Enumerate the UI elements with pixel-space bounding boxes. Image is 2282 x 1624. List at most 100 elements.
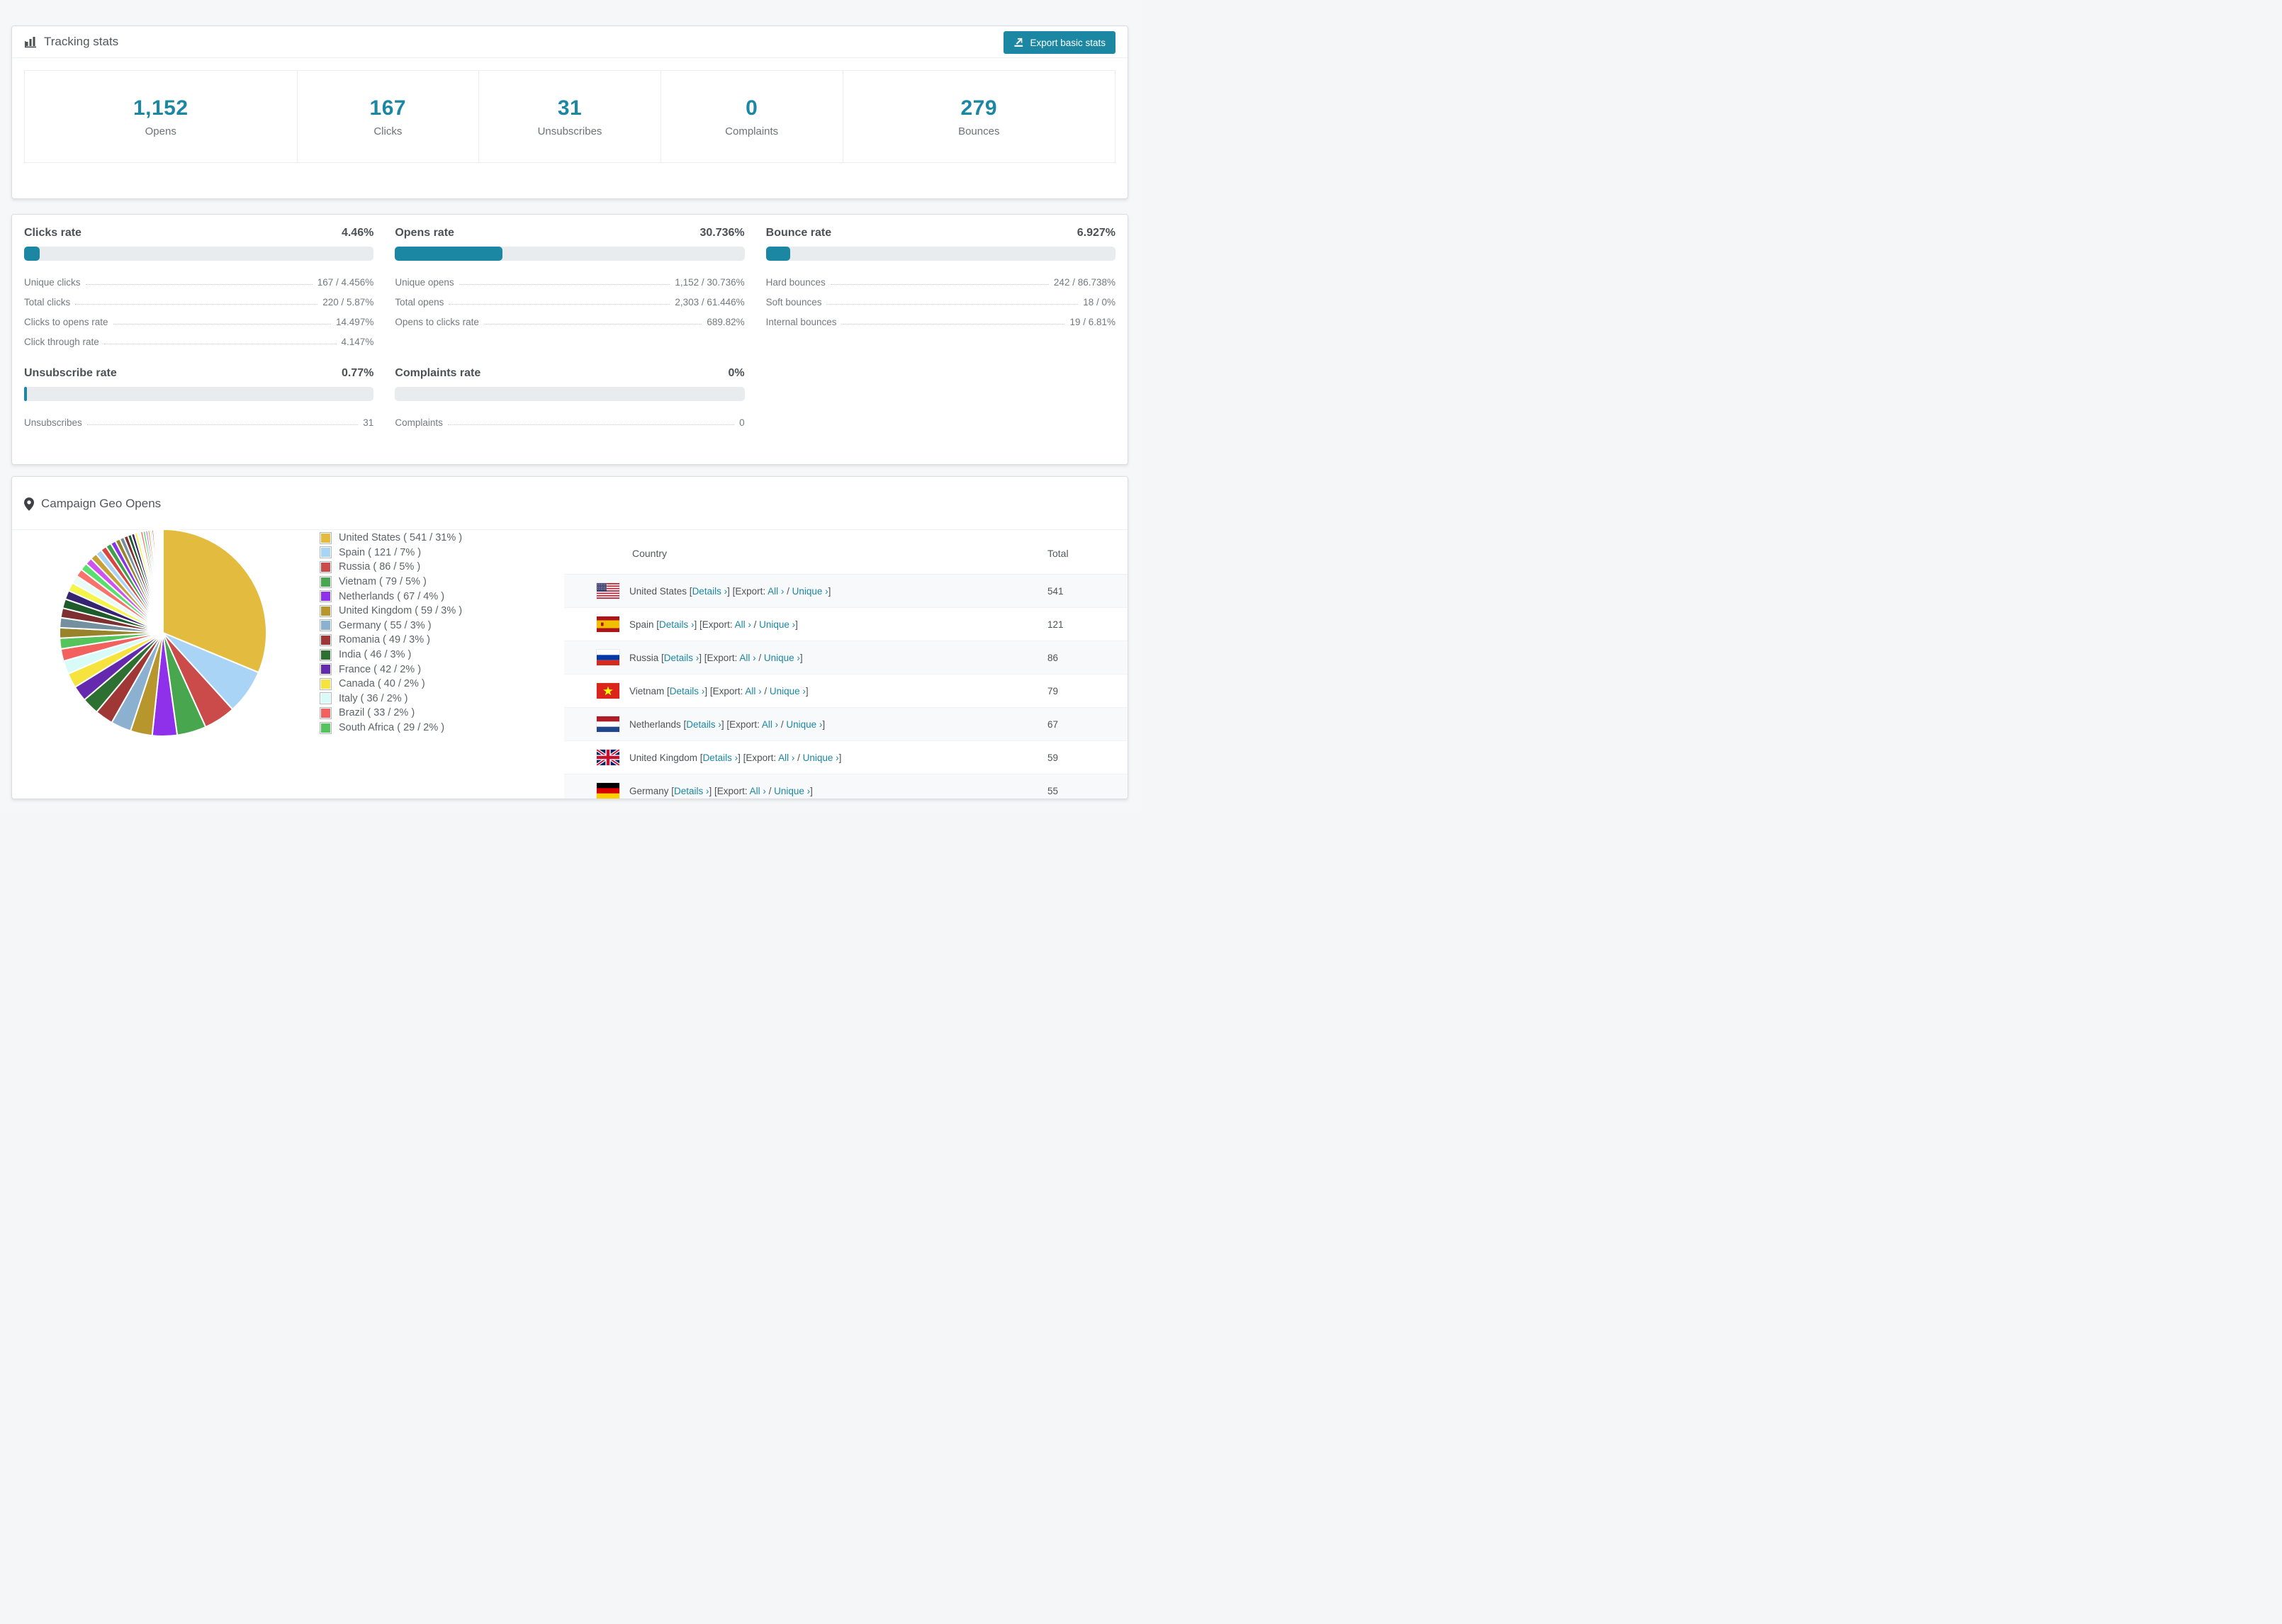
country-total: 86 (1047, 652, 1059, 663)
details-link[interactable]: Details › (686, 719, 721, 730)
rate-detail-row: Internal bounces 19 / 6.81% (765, 317, 1115, 327)
legend-label: India ( 46 / 3% ) (339, 649, 412, 661)
stat-bounces-value: 279 (960, 96, 998, 120)
bar-chart-icon (24, 36, 37, 48)
rate-detail-row: Hard bounces 242 / 86.738% (765, 277, 1115, 288)
pie-slice (162, 528, 164, 633)
rate-title: Bounce rate (765, 227, 832, 239)
map-pin-icon (24, 497, 34, 511)
stat-clicks-value: 167 (369, 96, 407, 120)
export-unique-link[interactable]: Unique › (774, 786, 810, 796)
geo-table-row-nl: Netherlands [Details ›] [Export: All › /… (564, 708, 1128, 741)
export-all-link[interactable]: All › (735, 619, 751, 630)
de-flag-icon (597, 783, 619, 799)
campaign-geo-opens-card: Campaign Geo Opens United States ( 541 /… (11, 476, 1128, 799)
geo-table-header-total: Total (1047, 547, 1069, 559)
country-total: 121 (1047, 619, 1064, 630)
rate-progress-bar (395, 247, 745, 261)
legend-item: Brazil ( 33 / 2% ) (320, 706, 462, 721)
country-cell: Netherlands [Details ›] [Export: All › /… (629, 718, 826, 730)
legend-item: South Africa ( 29 / 2% ) (320, 721, 462, 735)
legend-label: Brazil ( 33 / 2% ) (339, 707, 415, 719)
rate-value: 30.736% (699, 227, 745, 239)
export-unique-link[interactable]: Unique › (792, 586, 828, 597)
legend-swatch (320, 677, 332, 690)
rate-value: 0% (728, 367, 745, 379)
export-all-link[interactable]: All › (750, 786, 766, 796)
geo-table-row-es: Spain [Details ›] [Export: All › / Uniqu… (564, 608, 1128, 641)
legend-item: United States ( 541 / 31% ) (320, 531, 462, 546)
export-all-link[interactable]: All › (778, 752, 794, 763)
geo-table-header-row: Country Total (564, 532, 1128, 575)
legend-item: Russia ( 86 / 5% ) (320, 560, 462, 575)
stat-bounces: 279 Bounces (842, 70, 1116, 163)
us-flag-icon (597, 583, 619, 599)
rate-panel-unsubscribe-rate: Unsubscribe rate 0.77% Unsubscribes 31 (24, 367, 374, 431)
rate-detail-row: Click through rate 4.147% (24, 337, 374, 347)
stat-opens: 1,152 Opens (24, 70, 298, 163)
dotted-leader (447, 424, 735, 425)
rate-title: Clicks rate (24, 227, 82, 239)
legend-label: France ( 42 / 2% ) (339, 663, 422, 675)
rate-title: Unsubscribe rate (24, 367, 117, 379)
details-link[interactable]: Details › (674, 786, 709, 796)
stat-boxes: 1,152 Opens 167 Clicks 31 Unsubscribes 0… (24, 70, 1116, 163)
export-all-link[interactable]: All › (739, 653, 755, 663)
rate-detail-row: Soft bounces 18 / 0% (765, 297, 1115, 308)
details-link[interactable]: Details › (659, 619, 695, 630)
legend-swatch (320, 546, 332, 559)
legend-label: United Kingdom ( 59 / 3% ) (339, 605, 463, 617)
legend-label: United States ( 541 / 31% ) (339, 532, 463, 544)
geo-table-row-ru: Russia [Details ›] [Export: All › / Uniq… (564, 641, 1128, 675)
rate-progress-fill (24, 247, 40, 261)
export-unique-link[interactable]: Unique › (803, 752, 839, 763)
dotted-leader (841, 324, 1065, 325)
rate-detail-row: Clicks to opens rate 14.497% (24, 317, 374, 327)
tracking-stats-header: Tracking stats (12, 26, 1128, 58)
export-unique-link[interactable]: Unique › (786, 719, 822, 730)
rate-value: 4.46% (341, 227, 374, 239)
legend-swatch (320, 560, 332, 573)
legend-swatch (320, 590, 332, 603)
export-basic-stats-button[interactable]: Export basic stats (1004, 31, 1115, 54)
es-flag-icon (597, 616, 619, 632)
rate-progress-fill (395, 247, 502, 261)
stat-complaints-label: Complaints (725, 125, 779, 137)
export-all-link[interactable]: All › (762, 719, 778, 730)
legend-item: France ( 42 / 2% ) (320, 662, 462, 677)
legend-label: Russia ( 86 / 5% ) (339, 561, 421, 573)
export-unique-link[interactable]: Unique › (764, 653, 800, 663)
rate-title: Complaints rate (395, 367, 481, 379)
geo-table-row-vn: Vietnam [Details ›] [Export: All › / Uni… (564, 675, 1128, 708)
rate-progress-fill (24, 387, 27, 401)
legend-item: United Kingdom ( 59 / 3% ) (320, 604, 462, 619)
dotted-leader (483, 324, 702, 325)
stat-complaints-value: 0 (746, 96, 758, 120)
stat-unsubscribes-value: 31 (557, 96, 583, 120)
export-all-link[interactable]: All › (768, 586, 784, 597)
dotted-leader (85, 284, 313, 285)
rate-title: Opens rate (395, 227, 454, 239)
details-link[interactable]: Details › (692, 586, 728, 597)
rate-detail-row: Unique opens 1,152 / 30.736% (395, 277, 745, 288)
export-unique-link[interactable]: Unique › (759, 619, 795, 630)
legend-swatch (320, 633, 332, 646)
geo-table-row-de: Germany [Details ›] [Export: All › / Uni… (564, 774, 1128, 799)
legend-item: Spain ( 121 / 7% ) (320, 546, 462, 560)
campaign-geo-opens-header: Campaign Geo Opens (12, 477, 1128, 530)
rate-detail-row: Total clicks 220 / 5.87% (24, 297, 374, 308)
country-cell: Vietnam [Details ›] [Export: All › / Uni… (629, 685, 809, 697)
export-unique-link[interactable]: Unique › (770, 686, 806, 697)
export-all-link[interactable]: All › (745, 686, 761, 697)
tracking-stats-card: Tracking stats Export basic stats 1,152 … (11, 26, 1128, 199)
details-link[interactable]: Details › (664, 653, 699, 663)
details-link[interactable]: Details › (703, 752, 738, 763)
stat-clicks: 167 Clicks (296, 70, 480, 163)
country-cell: United Kingdom [Details ›] [Export: All … (629, 752, 842, 763)
legend-item: Germany ( 55 / 3% ) (320, 619, 462, 633)
details-link[interactable]: Details › (670, 686, 705, 697)
rate-detail-row: Opens to clicks rate 689.82% (395, 317, 745, 327)
dotted-leader (86, 424, 359, 425)
rates-empty-cell (766, 367, 1115, 431)
rate-value: 6.927% (1077, 227, 1115, 239)
